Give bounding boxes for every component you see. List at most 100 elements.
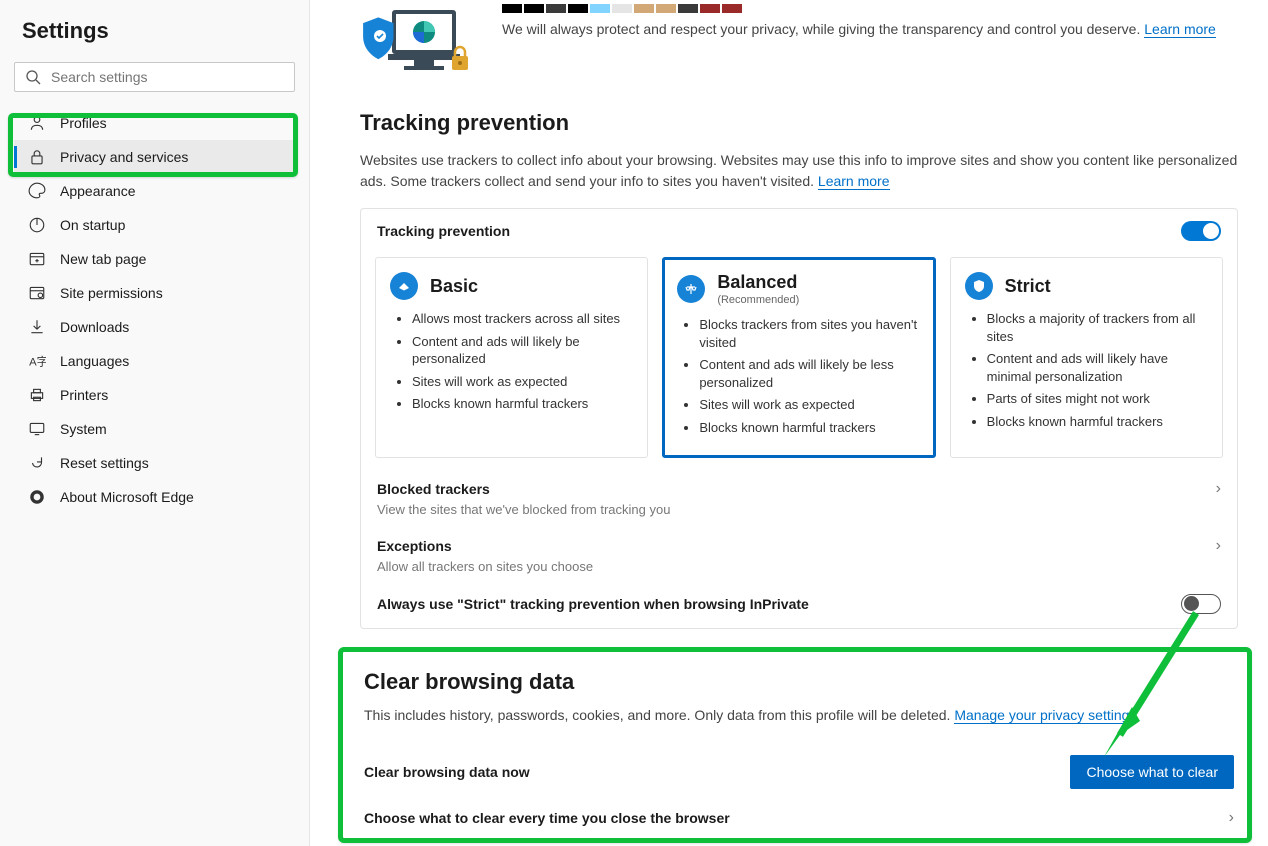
sidebar-item-onstartup[interactable]: On startup xyxy=(14,208,295,242)
sidebar-item-label: Site permissions xyxy=(60,285,163,301)
exceptions-row[interactable]: Exceptions › Allow all trackers on sites… xyxy=(361,527,1237,584)
main-content: We will always protect and respect your … xyxy=(310,0,1268,846)
choose-what-to-clear-button[interactable]: Choose what to clear xyxy=(1070,755,1234,789)
tracking-level-basic[interactable]: Basic Allows most trackers across all si… xyxy=(375,257,648,458)
sidebar-item-label: Printers xyxy=(60,387,108,403)
privacy-illustration xyxy=(360,4,472,84)
exceptions-title: Exceptions xyxy=(377,538,452,554)
blocked-trackers-sub: View the sites that we've blocked from t… xyxy=(377,502,1221,517)
level-bullet: Content and ads will likely be less pers… xyxy=(699,356,922,391)
chevron-right-icon: › xyxy=(1216,480,1221,498)
sidebar-item-newtab[interactable]: New tab page xyxy=(14,242,295,276)
sidebar-item-reset[interactable]: Reset settings xyxy=(14,446,295,480)
basic-icon xyxy=(390,272,418,300)
strict-inprivate-title: Always use "Strict" tracking prevention … xyxy=(377,596,809,612)
hero-text-block: We will always protect and respect your … xyxy=(502,4,1238,40)
level-bullet: Sites will work as expected xyxy=(412,373,635,391)
tracking-level-balanced[interactable]: Balanced (Recommended) Blocks trackers f… xyxy=(662,257,935,458)
level-bullet: Blocks a majority of trackers from all s… xyxy=(987,310,1210,345)
strict-inprivate-toggle[interactable] xyxy=(1181,594,1221,614)
sidebar-item-label: About Microsoft Edge xyxy=(60,489,194,505)
chevron-right-icon: › xyxy=(1229,809,1234,827)
search-icon xyxy=(25,69,41,85)
sidebar-item-label: System xyxy=(60,421,107,437)
sidebar-item-about[interactable]: About Microsoft Edge xyxy=(14,480,295,514)
level-bullet: Blocks trackers from sites you haven't v… xyxy=(699,316,922,351)
clear-now-row: Clear browsing data now Choose what to c… xyxy=(364,745,1234,799)
clear-now-title: Clear browsing data now xyxy=(364,764,530,780)
clear-browsing-data-section: Clear browsing data This includes histor… xyxy=(360,659,1238,837)
settings-sidebar: Settings Profiles Privacy and services A… xyxy=(0,0,310,846)
hero-text: We will always protect and respect your … xyxy=(502,21,1144,37)
search-settings-box[interactable] xyxy=(14,62,295,92)
strict-icon xyxy=(965,272,993,300)
sidebar-item-privacy[interactable]: Privacy and services xyxy=(14,140,295,174)
manage-privacy-settings-link[interactable]: Manage your privacy settings xyxy=(954,707,1136,724)
svg-text:A字: A字 xyxy=(29,355,46,369)
sitepermissions-icon xyxy=(28,284,46,302)
level-bullet: Sites will work as expected xyxy=(699,396,922,414)
sidebar-item-label: Privacy and services xyxy=(60,149,188,165)
tracking-toggle[interactable] xyxy=(1181,221,1221,241)
download-icon xyxy=(28,318,46,336)
level-bullet: Parts of sites might not work xyxy=(987,390,1210,408)
sidebar-item-label: Appearance xyxy=(60,183,136,199)
sidebar-item-languages[interactable]: A字 Languages xyxy=(14,344,295,378)
level-bullet: Blocks known harmful trackers xyxy=(699,419,922,437)
tracking-level-strict[interactable]: Strict Blocks a majority of trackers fro… xyxy=(950,257,1223,458)
tracking-level-row: Basic Allows most trackers across all si… xyxy=(361,247,1237,470)
tracking-card-title: Tracking prevention xyxy=(377,223,510,239)
color-swatches xyxy=(502,4,1238,13)
tracking-prevention-desc: Websites use trackers to collect info ab… xyxy=(360,150,1238,192)
page-title: Settings xyxy=(22,18,295,44)
sidebar-item-label: Languages xyxy=(60,353,129,369)
sidebar-item-sitepermissions[interactable]: Site permissions xyxy=(14,276,295,310)
tracking-prevention-card: Tracking prevention Basic Allows most tr… xyxy=(360,208,1238,629)
sidebar-item-label: New tab page xyxy=(60,251,146,267)
level-title: Basic xyxy=(430,276,478,297)
level-bullet: Allows most trackers across all sites xyxy=(412,310,635,328)
sidebar-item-label: On startup xyxy=(60,217,125,233)
level-bullet: Content and ads will likely be personali… xyxy=(412,333,635,368)
clear-on-close-row[interactable]: Choose what to clear every time you clos… xyxy=(364,799,1234,837)
sidebar-item-downloads[interactable]: Downloads xyxy=(14,310,295,344)
reset-icon xyxy=(28,454,46,472)
printer-icon xyxy=(28,386,46,404)
sidebar-item-system[interactable]: System xyxy=(14,412,295,446)
edge-icon xyxy=(28,488,46,506)
newtab-icon xyxy=(28,250,46,268)
sidebar-item-label: Downloads xyxy=(60,319,129,335)
sidebar-item-appearance[interactable]: Appearance xyxy=(14,174,295,208)
chevron-right-icon: › xyxy=(1216,537,1221,555)
sidebar-item-profiles[interactable]: Profiles xyxy=(14,106,295,140)
level-bullet: Blocks known harmful trackers xyxy=(412,395,635,413)
exceptions-sub: Allow all trackers on sites you choose xyxy=(377,559,1221,574)
tracking-learn-more-link[interactable]: Learn more xyxy=(818,173,890,190)
clear-on-close-title: Choose what to clear every time you clos… xyxy=(364,810,730,826)
blocked-trackers-row[interactable]: Blocked trackers › View the sites that w… xyxy=(361,470,1237,527)
cbd-title: Clear browsing data xyxy=(364,669,1234,695)
appearance-icon xyxy=(28,182,46,200)
search-input[interactable] xyxy=(51,69,284,85)
level-bullet: Content and ads will likely have minimal… xyxy=(987,350,1210,385)
sidebar-item-label: Profiles xyxy=(60,115,107,131)
level-title: Strict xyxy=(1005,276,1051,297)
cbd-desc: This includes history, passwords, cookie… xyxy=(364,707,1234,723)
balanced-icon xyxy=(677,275,705,303)
tracking-prevention-title: Tracking prevention xyxy=(360,110,1238,136)
profile-icon xyxy=(28,114,46,132)
hero-learn-more-link[interactable]: Learn more xyxy=(1144,21,1216,38)
blocked-trackers-title: Blocked trackers xyxy=(377,481,490,497)
language-icon: A字 xyxy=(28,352,46,370)
level-subtitle: (Recommended) xyxy=(717,294,799,306)
privacy-hero: We will always protect and respect your … xyxy=(360,4,1238,84)
tracking-card-header: Tracking prevention xyxy=(361,209,1237,247)
sidebar-item-printers[interactable]: Printers xyxy=(14,378,295,412)
system-icon xyxy=(28,420,46,438)
strict-inprivate-row: Always use "Strict" tracking prevention … xyxy=(361,584,1237,628)
level-title: Balanced xyxy=(717,272,799,293)
lock-icon xyxy=(28,148,46,166)
sidebar-item-label: Reset settings xyxy=(60,455,149,471)
power-icon xyxy=(28,216,46,234)
level-bullet: Blocks known harmful trackers xyxy=(987,413,1210,431)
